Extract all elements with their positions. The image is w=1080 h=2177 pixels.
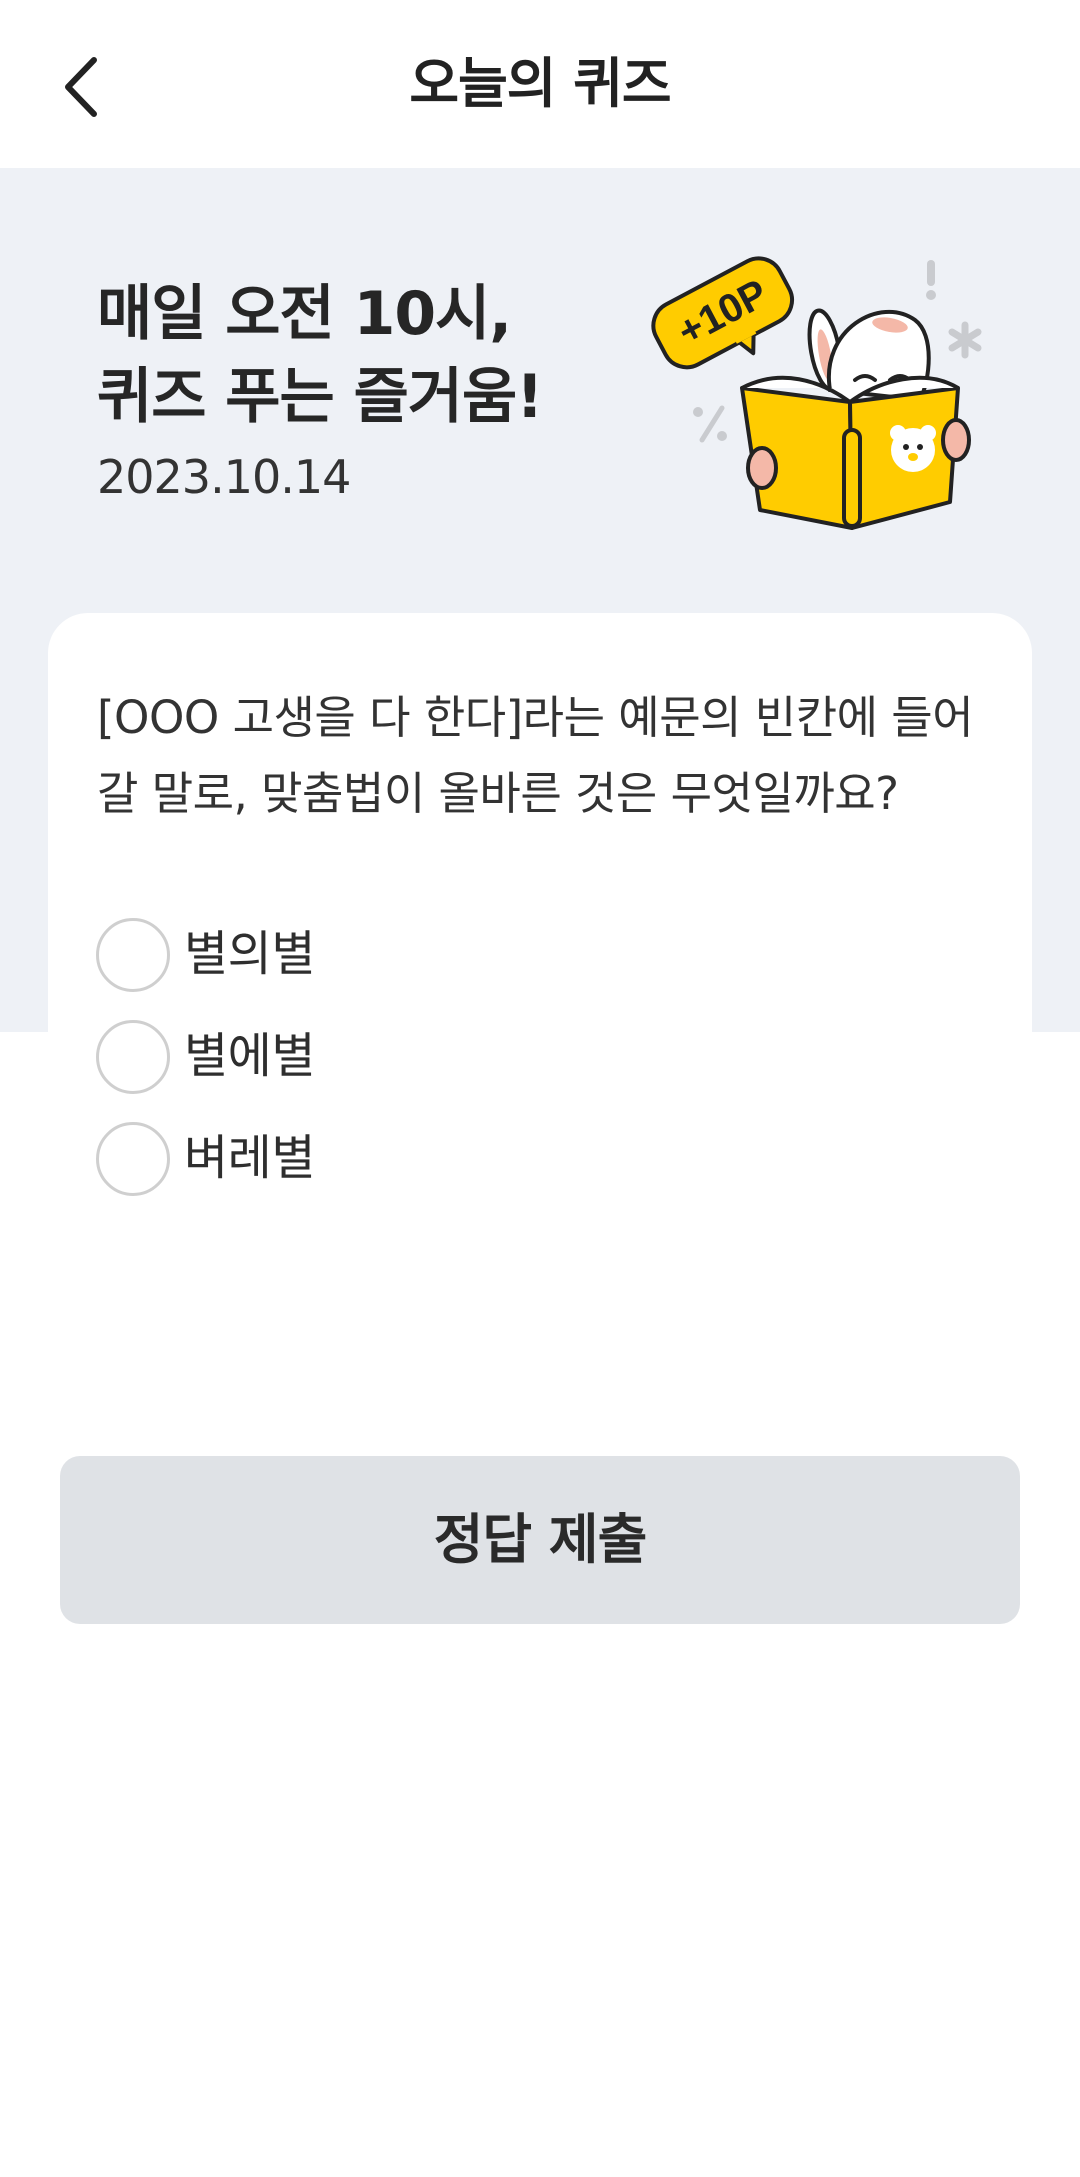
page-title: 오늘의 퀴즈 [409, 52, 671, 115]
answer-option-label: 별에별 [184, 1028, 315, 1084]
answer-option-label: 별의별 [184, 926, 315, 982]
answer-option-2[interactable]: 별에별 [96, 1020, 596, 1094]
book-icon [740, 375, 971, 530]
radio-button[interactable] [96, 918, 170, 992]
quiz-question: [OOO 고생을 다 한다]라는 예문의 빈칸에 들어갈 말로, 맞춤법이 올바… [97, 691, 974, 820]
quiz-card [48, 613, 1032, 2177]
bear-face-icon [890, 425, 936, 472]
submit-answer-button[interactable]: 정답 제출 [60, 1456, 1020, 1624]
points-badge: +10P [651, 256, 795, 370]
reading-rabbit-illustration: +10P [651, 256, 982, 530]
top-bar: 오늘의 퀴즈 [0, 0, 1080, 168]
radio-button[interactable] [96, 1122, 170, 1196]
hero-headline-line2: 퀴즈 푸는 즐거움! [97, 362, 544, 432]
percent-icon [693, 405, 727, 443]
answer-option-label: 벼레별 [184, 1130, 315, 1186]
hero-headline-line1: 매일 오전 10시, [97, 279, 512, 349]
radio-button[interactable] [96, 1020, 170, 1094]
asterisk-icon [948, 321, 982, 359]
answer-option-3[interactable]: 벼레별 [96, 1122, 596, 1196]
quiz-date: 2023.10.14 [97, 450, 351, 504]
exclamation-icon [926, 260, 936, 300]
answer-option-1[interactable]: 별의별 [96, 918, 596, 992]
